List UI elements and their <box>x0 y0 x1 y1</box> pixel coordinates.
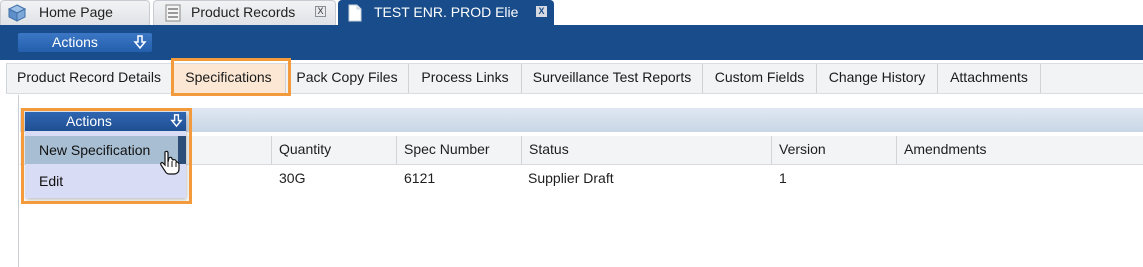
specifications-tab-highlight <box>171 58 291 96</box>
tab-custom-fields[interactable]: Custom Fields <box>703 64 817 93</box>
tab-home-page-label: Home Page <box>39 4 113 20</box>
tab-attachments[interactable]: Attachments <box>938 64 1041 93</box>
cell-quantity: 30G <box>279 170 306 186</box>
column-header-amendments[interactable]: Amendments <box>896 136 1143 164</box>
tab-pack-copy-files[interactable]: Pack Copy Files <box>286 64 409 93</box>
tab-product-records[interactable]: Product Records X <box>153 0 336 25</box>
cell-version: 1 <box>779 170 787 186</box>
column-header-quantity[interactable]: Quantity <box>271 136 396 164</box>
tab-home-page[interactable]: Home Page <box>0 0 150 25</box>
home-box-icon <box>7 4 27 22</box>
close-tab-test-enr-prod-elie-icon[interactable]: X <box>536 6 547 17</box>
tab-change-history[interactable]: Change History <box>817 64 938 93</box>
tab-test-enr-prod-elie-label: TEST ENR. PROD Elie <box>374 4 519 20</box>
tab-test-enr-prod-elie[interactable]: TEST ENR. PROD Elie X <box>338 0 554 25</box>
window-tab-strip: Home Page Product Records X TEST ENR. PR… <box>0 0 1143 26</box>
tab-product-records-label: Product Records <box>191 4 296 20</box>
document-icon <box>348 4 362 22</box>
tab-surveillance-test-reports[interactable]: Surveillance Test Reports <box>522 64 703 93</box>
hand-pointer-icon <box>160 150 180 175</box>
tab-process-links[interactable]: Process Links <box>409 64 522 93</box>
records-list-icon <box>165 4 181 22</box>
column-header-spec-number[interactable]: Spec Number <box>396 136 521 164</box>
column-header-version[interactable]: Version <box>771 136 896 164</box>
close-tab-product-records-icon[interactable]: X <box>315 6 326 17</box>
record-header-bar: Actions <box>0 25 1143 60</box>
cell-status: Supplier Draft <box>528 170 614 186</box>
column-header-status[interactable]: Status <box>521 136 771 164</box>
tab-product-record-details[interactable]: Product Record Details <box>6 64 172 93</box>
arrow-down-icon <box>133 35 147 50</box>
header-actions-button[interactable]: Actions <box>18 33 152 52</box>
cell-spec-number: 6121 <box>404 170 436 186</box>
header-actions-label: Actions <box>52 34 98 50</box>
